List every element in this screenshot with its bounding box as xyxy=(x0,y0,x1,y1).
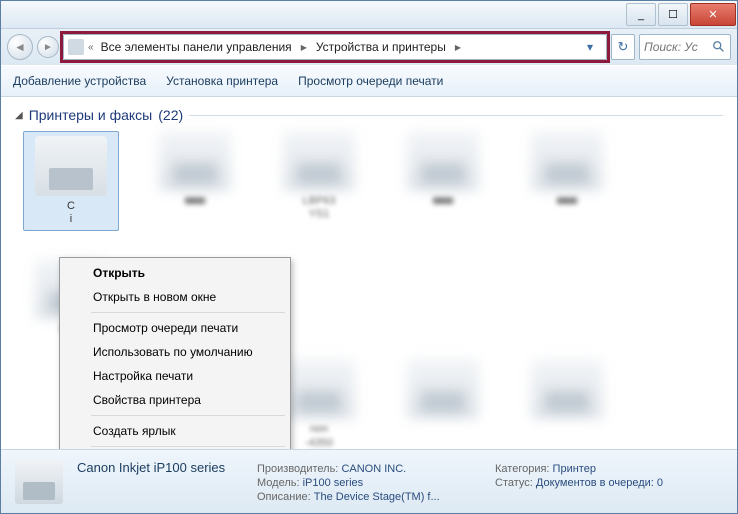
ctx-open[interactable]: Открыть xyxy=(63,261,287,285)
device-label: non -4350 YS1 xyxy=(305,423,333,449)
printer-icon xyxy=(35,136,107,196)
printer-icon xyxy=(407,131,479,191)
add-device-button[interactable]: Добавление устройства xyxy=(13,74,146,88)
status-value: Документов в очереди: 0 xyxy=(536,477,663,489)
search-icon xyxy=(712,40,726,54)
address-dropdown-icon[interactable]: ▾ xyxy=(578,35,602,59)
forward-icon: ► xyxy=(43,42,53,53)
view-print-queue-button[interactable]: Просмотр очереди печати xyxy=(298,74,443,88)
breadcrumb-chevrons[interactable]: « xyxy=(86,42,96,53)
details-grid: Canon Inkjet iP100 series Производитель:… xyxy=(77,460,723,503)
model-value: iP100 series xyxy=(303,477,364,489)
maximize-button[interactable]: ☐ xyxy=(658,3,688,26)
manufacturer-label: Производитель: xyxy=(257,463,338,475)
context-menu: Открыть Открыть в новом окне Просмотр оч… xyxy=(59,257,291,449)
printer-icon xyxy=(531,359,603,419)
back-button[interactable]: ◄ xyxy=(7,34,33,60)
device-label: Ci xyxy=(67,200,75,226)
printer-icon xyxy=(407,359,479,419)
navbar: ◄ ► « Все элементы панели управления ▶ У… xyxy=(1,29,737,65)
ctx-set-default[interactable]: Использовать по умолчанию xyxy=(63,340,287,364)
model-label: Модель: xyxy=(257,477,300,489)
category-value: Принтер xyxy=(553,463,596,475)
printer-icon xyxy=(159,131,231,191)
printer-icon xyxy=(531,131,603,191)
content-area: ◢ Принтеры и факсы (22) Ci ■■■ LBP63 YS1 xyxy=(1,97,737,449)
command-bar: Добавление устройства Установка принтера… xyxy=(1,65,737,97)
close-button[interactable]: ✕ xyxy=(690,3,736,26)
device-label: ■■■ xyxy=(433,195,453,219)
device-item[interactable]: ■■■ xyxy=(395,131,491,231)
device-item[interactable] xyxy=(395,359,491,449)
group-title: Принтеры и факсы xyxy=(29,107,153,123)
explorer-window: _ ☐ ✕ ◄ ► « Все элементы панели управлен… xyxy=(0,0,738,514)
ctx-view-queue[interactable]: Просмотр очереди печати xyxy=(63,316,287,340)
description-value: The Device Stage(TM) f... xyxy=(314,491,440,503)
ctx-separator xyxy=(91,312,285,313)
collapse-icon[interactable]: ◢ xyxy=(15,110,23,121)
titlebar: _ ☐ ✕ xyxy=(1,1,737,29)
device-item[interactable]: ■■■ xyxy=(147,131,243,231)
device-label: ■■■ xyxy=(557,195,577,219)
details-pane: Canon Inkjet iP100 series Производитель:… xyxy=(1,449,737,513)
manufacturer-value: CANON INC. xyxy=(341,463,406,475)
details-title: Canon Inkjet iP100 series xyxy=(77,460,247,475)
ctx-separator xyxy=(91,415,285,416)
breadcrumb-segment-1[interactable]: Все элементы панели управления xyxy=(98,39,295,55)
back-icon: ◄ xyxy=(14,40,26,54)
breadcrumb-arrow[interactable]: ▶ xyxy=(297,43,311,52)
device-item[interactable]: ■■■ xyxy=(519,131,615,231)
breadcrumb-arrow[interactable]: ▶ xyxy=(451,43,465,52)
install-printer-button[interactable]: Установка принтера xyxy=(166,74,278,88)
ctx-create-shortcut[interactable]: Создать ярлык xyxy=(63,419,287,443)
search-input[interactable] xyxy=(644,40,702,54)
refresh-button[interactable]: ↻ xyxy=(611,34,635,60)
device-label: ■■■ xyxy=(185,195,205,219)
minimize-button[interactable]: _ xyxy=(626,3,656,26)
ctx-printing-preferences[interactable]: Настройка печати xyxy=(63,364,287,388)
description-label: Описание: xyxy=(257,491,311,503)
group-divider xyxy=(189,115,723,116)
control-panel-icon xyxy=(68,39,84,55)
details-printer-icon xyxy=(15,460,63,504)
device-item[interactable]: LBP63 YS1 xyxy=(271,131,367,231)
breadcrumb-segment-2[interactable]: Устройства и принтеры xyxy=(313,39,449,55)
category-label: Категория: xyxy=(495,463,549,475)
printer-icon xyxy=(283,131,355,191)
search-box[interactable] xyxy=(639,34,731,60)
device-item-selected[interactable]: Ci xyxy=(23,131,119,231)
group-header[interactable]: ◢ Принтеры и факсы (22) xyxy=(15,107,723,123)
device-label: LBP63 YS1 xyxy=(302,195,335,221)
forward-button[interactable]: ► xyxy=(37,36,59,58)
address-bar[interactable]: « Все элементы панели управления ▶ Устро… xyxy=(63,34,607,60)
group-count: (22) xyxy=(158,107,183,123)
printer-icon xyxy=(283,359,355,419)
status-label: Статус: xyxy=(495,477,533,489)
device-item[interactable] xyxy=(519,359,615,449)
ctx-open-new-window[interactable]: Открыть в новом окне xyxy=(63,285,287,309)
ctx-printer-properties[interactable]: Свойства принтера xyxy=(63,388,287,412)
ctx-separator xyxy=(91,446,285,447)
